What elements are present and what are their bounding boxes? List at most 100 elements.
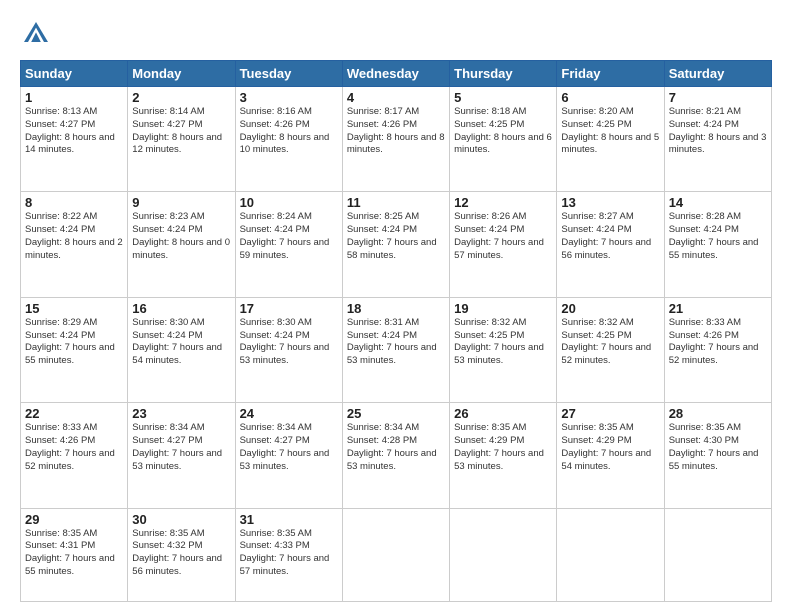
day-number: 4 xyxy=(347,90,445,105)
calendar-cell: 28Sunrise: 8:35 AMSunset: 4:30 PMDayligh… xyxy=(664,403,771,508)
day-number: 22 xyxy=(25,406,123,421)
logo-icon xyxy=(20,18,52,50)
calendar-cell: 6Sunrise: 8:20 AMSunset: 4:25 PMDaylight… xyxy=(557,87,664,192)
calendar-cell: 19Sunrise: 8:32 AMSunset: 4:25 PMDayligh… xyxy=(450,297,557,402)
day-number: 6 xyxy=(561,90,659,105)
day-info: Sunrise: 8:13 AMSunset: 4:27 PMDaylight:… xyxy=(25,106,123,157)
day-info: Sunrise: 8:25 AMSunset: 4:24 PMDaylight:… xyxy=(347,211,445,262)
day-number: 16 xyxy=(132,301,230,316)
calendar-cell: 17Sunrise: 8:30 AMSunset: 4:24 PMDayligh… xyxy=(235,297,342,402)
calendar-cell: 9Sunrise: 8:23 AMSunset: 4:24 PMDaylight… xyxy=(128,192,235,297)
calendar-cell: 12Sunrise: 8:26 AMSunset: 4:24 PMDayligh… xyxy=(450,192,557,297)
calendar-header-row: SundayMondayTuesdayWednesdayThursdayFrid… xyxy=(21,61,772,87)
calendar-cell: 25Sunrise: 8:34 AMSunset: 4:28 PMDayligh… xyxy=(342,403,449,508)
calendar-cell: 8Sunrise: 8:22 AMSunset: 4:24 PMDaylight… xyxy=(21,192,128,297)
calendar-cell: 3Sunrise: 8:16 AMSunset: 4:26 PMDaylight… xyxy=(235,87,342,192)
calendar-cell: 15Sunrise: 8:29 AMSunset: 4:24 PMDayligh… xyxy=(21,297,128,402)
day-info: Sunrise: 8:35 AMSunset: 4:29 PMDaylight:… xyxy=(561,422,659,473)
day-info: Sunrise: 8:20 AMSunset: 4:25 PMDaylight:… xyxy=(561,106,659,157)
day-info: Sunrise: 8:14 AMSunset: 4:27 PMDaylight:… xyxy=(132,106,230,157)
day-number: 24 xyxy=(240,406,338,421)
calendar-cell: 29Sunrise: 8:35 AMSunset: 4:31 PMDayligh… xyxy=(21,508,128,601)
calendar-cell: 13Sunrise: 8:27 AMSunset: 4:24 PMDayligh… xyxy=(557,192,664,297)
day-info: Sunrise: 8:22 AMSunset: 4:24 PMDaylight:… xyxy=(25,211,123,262)
day-number: 5 xyxy=(454,90,552,105)
day-number: 2 xyxy=(132,90,230,105)
day-info: Sunrise: 8:34 AMSunset: 4:27 PMDaylight:… xyxy=(132,422,230,473)
day-info: Sunrise: 8:18 AMSunset: 4:25 PMDaylight:… xyxy=(454,106,552,157)
day-info: Sunrise: 8:31 AMSunset: 4:24 PMDaylight:… xyxy=(347,317,445,368)
calendar-cell xyxy=(664,508,771,601)
calendar-cell: 26Sunrise: 8:35 AMSunset: 4:29 PMDayligh… xyxy=(450,403,557,508)
day-info: Sunrise: 8:26 AMSunset: 4:24 PMDaylight:… xyxy=(454,211,552,262)
calendar-table: SundayMondayTuesdayWednesdayThursdayFrid… xyxy=(20,60,772,602)
calendar-cell: 14Sunrise: 8:28 AMSunset: 4:24 PMDayligh… xyxy=(664,192,771,297)
day-number: 21 xyxy=(669,301,767,316)
calendar-cell xyxy=(557,508,664,601)
calendar-cell: 2Sunrise: 8:14 AMSunset: 4:27 PMDaylight… xyxy=(128,87,235,192)
day-info: Sunrise: 8:35 AMSunset: 4:30 PMDaylight:… xyxy=(669,422,767,473)
day-info: Sunrise: 8:30 AMSunset: 4:24 PMDaylight:… xyxy=(240,317,338,368)
day-number: 23 xyxy=(132,406,230,421)
calendar-cell: 5Sunrise: 8:18 AMSunset: 4:25 PMDaylight… xyxy=(450,87,557,192)
calendar-cell: 30Sunrise: 8:35 AMSunset: 4:32 PMDayligh… xyxy=(128,508,235,601)
day-info: Sunrise: 8:17 AMSunset: 4:26 PMDaylight:… xyxy=(347,106,445,157)
day-info: Sunrise: 8:34 AMSunset: 4:28 PMDaylight:… xyxy=(347,422,445,473)
day-info: Sunrise: 8:28 AMSunset: 4:24 PMDaylight:… xyxy=(669,211,767,262)
calendar-cell: 10Sunrise: 8:24 AMSunset: 4:24 PMDayligh… xyxy=(235,192,342,297)
day-number: 10 xyxy=(240,195,338,210)
calendar-cell: 27Sunrise: 8:35 AMSunset: 4:29 PMDayligh… xyxy=(557,403,664,508)
day-number: 18 xyxy=(347,301,445,316)
day-info: Sunrise: 8:35 AMSunset: 4:32 PMDaylight:… xyxy=(132,528,230,579)
day-number: 3 xyxy=(240,90,338,105)
calendar-week-4: 22Sunrise: 8:33 AMSunset: 4:26 PMDayligh… xyxy=(21,403,772,508)
day-number: 27 xyxy=(561,406,659,421)
calendar-cell: 16Sunrise: 8:30 AMSunset: 4:24 PMDayligh… xyxy=(128,297,235,402)
calendar-cell xyxy=(342,508,449,601)
calendar-header-thursday: Thursday xyxy=(450,61,557,87)
day-info: Sunrise: 8:33 AMSunset: 4:26 PMDaylight:… xyxy=(25,422,123,473)
day-number: 30 xyxy=(132,512,230,527)
calendar-cell xyxy=(450,508,557,601)
day-info: Sunrise: 8:35 AMSunset: 4:31 PMDaylight:… xyxy=(25,528,123,579)
calendar-header-friday: Friday xyxy=(557,61,664,87)
calendar-header-tuesday: Tuesday xyxy=(235,61,342,87)
header xyxy=(20,18,772,50)
calendar-cell: 24Sunrise: 8:34 AMSunset: 4:27 PMDayligh… xyxy=(235,403,342,508)
calendar-cell: 20Sunrise: 8:32 AMSunset: 4:25 PMDayligh… xyxy=(557,297,664,402)
calendar-cell: 23Sunrise: 8:34 AMSunset: 4:27 PMDayligh… xyxy=(128,403,235,508)
day-info: Sunrise: 8:27 AMSunset: 4:24 PMDaylight:… xyxy=(561,211,659,262)
calendar-header-monday: Monday xyxy=(128,61,235,87)
calendar-cell: 22Sunrise: 8:33 AMSunset: 4:26 PMDayligh… xyxy=(21,403,128,508)
day-number: 8 xyxy=(25,195,123,210)
day-number: 1 xyxy=(25,90,123,105)
day-number: 29 xyxy=(25,512,123,527)
day-number: 28 xyxy=(669,406,767,421)
calendar-cell: 7Sunrise: 8:21 AMSunset: 4:24 PMDaylight… xyxy=(664,87,771,192)
day-info: Sunrise: 8:24 AMSunset: 4:24 PMDaylight:… xyxy=(240,211,338,262)
calendar-cell: 21Sunrise: 8:33 AMSunset: 4:26 PMDayligh… xyxy=(664,297,771,402)
day-number: 17 xyxy=(240,301,338,316)
day-info: Sunrise: 8:32 AMSunset: 4:25 PMDaylight:… xyxy=(454,317,552,368)
day-number: 9 xyxy=(132,195,230,210)
calendar-cell: 18Sunrise: 8:31 AMSunset: 4:24 PMDayligh… xyxy=(342,297,449,402)
day-info: Sunrise: 8:35 AMSunset: 4:33 PMDaylight:… xyxy=(240,528,338,579)
day-number: 19 xyxy=(454,301,552,316)
calendar-week-2: 8Sunrise: 8:22 AMSunset: 4:24 PMDaylight… xyxy=(21,192,772,297)
day-info: Sunrise: 8:21 AMSunset: 4:24 PMDaylight:… xyxy=(669,106,767,157)
day-number: 11 xyxy=(347,195,445,210)
day-info: Sunrise: 8:34 AMSunset: 4:27 PMDaylight:… xyxy=(240,422,338,473)
day-number: 14 xyxy=(669,195,767,210)
day-info: Sunrise: 8:33 AMSunset: 4:26 PMDaylight:… xyxy=(669,317,767,368)
calendar-header-saturday: Saturday xyxy=(664,61,771,87)
day-info: Sunrise: 8:32 AMSunset: 4:25 PMDaylight:… xyxy=(561,317,659,368)
day-info: Sunrise: 8:23 AMSunset: 4:24 PMDaylight:… xyxy=(132,211,230,262)
day-info: Sunrise: 8:30 AMSunset: 4:24 PMDaylight:… xyxy=(132,317,230,368)
calendar-cell: 1Sunrise: 8:13 AMSunset: 4:27 PMDaylight… xyxy=(21,87,128,192)
day-number: 15 xyxy=(25,301,123,316)
calendar-header-wednesday: Wednesday xyxy=(342,61,449,87)
day-info: Sunrise: 8:29 AMSunset: 4:24 PMDaylight:… xyxy=(25,317,123,368)
calendar-header-sunday: Sunday xyxy=(21,61,128,87)
day-number: 31 xyxy=(240,512,338,527)
day-number: 26 xyxy=(454,406,552,421)
